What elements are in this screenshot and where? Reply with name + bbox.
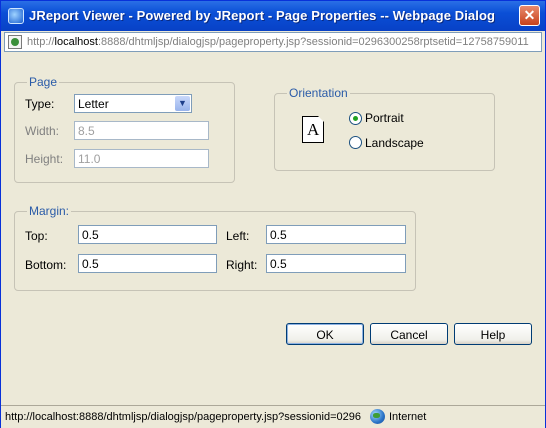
help-button[interactable]: Help: [454, 323, 532, 345]
chevron-down-icon[interactable]: ▼: [175, 96, 190, 111]
landscape-radio[interactable]: [349, 136, 362, 149]
page-legend: Page: [27, 75, 60, 89]
top-margin-field[interactable]: [78, 225, 217, 244]
security-zone: Internet: [389, 411, 427, 423]
page-type-value: Letter: [78, 97, 109, 111]
window-title: JReport Viewer - Powered by JReport - Pa…: [29, 8, 496, 23]
title-bar[interactable]: JReport Viewer - Powered by JReport - Pa…: [1, 1, 545, 31]
bottom-label: Bottom:: [25, 258, 67, 272]
address-bar: http://localhost:8888/dhtmljsp/dialogjsp…: [4, 32, 542, 52]
margin-legend: Margin:: [27, 204, 72, 218]
type-label: Type:: [25, 97, 55, 111]
dialog-window: JReport Viewer - Powered by JReport - Pa…: [0, 0, 546, 428]
right-label: Right:: [226, 258, 258, 272]
orientation-group: Orientation A Portrait Landscape: [274, 86, 495, 171]
portrait-page-icon: A: [302, 116, 324, 143]
portrait-radio[interactable]: [349, 112, 362, 125]
page-letter-glyph: A: [307, 120, 320, 139]
margin-group: Margin: Top: Left: Bottom: Right:: [14, 204, 416, 291]
landscape-label[interactable]: Landscape: [365, 136, 424, 150]
address-url: http://localhost:8888/dhtmljsp/dialogjsp…: [27, 36, 529, 48]
globe-icon: [370, 409, 385, 424]
width-label: Width:: [25, 124, 60, 138]
orientation-legend: Orientation: [287, 86, 350, 100]
left-margin-field[interactable]: [266, 225, 406, 244]
right-margin-field[interactable]: [266, 254, 406, 273]
cancel-button[interactable]: Cancel: [370, 323, 448, 345]
top-label: Top:: [25, 229, 48, 243]
page-icon: [8, 35, 22, 49]
page-group: Page Type: Letter ▼ Width: Height:: [14, 75, 235, 183]
height-label: Height:: [25, 152, 64, 166]
height-field[interactable]: [74, 149, 209, 168]
ie-window-icon: [8, 8, 24, 24]
left-label: Left:: [226, 229, 250, 243]
status-bar: http://localhost:8888/dhtmljsp/dialogjsp…: [1, 405, 545, 428]
ok-button[interactable]: OK: [286, 323, 364, 345]
page-type-select[interactable]: Letter ▼: [74, 94, 192, 113]
bottom-margin-field[interactable]: [78, 254, 217, 273]
status-url: http://localhost:8888/dhtmljsp/dialogjsp…: [5, 411, 362, 423]
width-field[interactable]: [74, 121, 209, 140]
close-button[interactable]: ✕: [519, 5, 540, 26]
portrait-label[interactable]: Portrait: [365, 111, 404, 125]
